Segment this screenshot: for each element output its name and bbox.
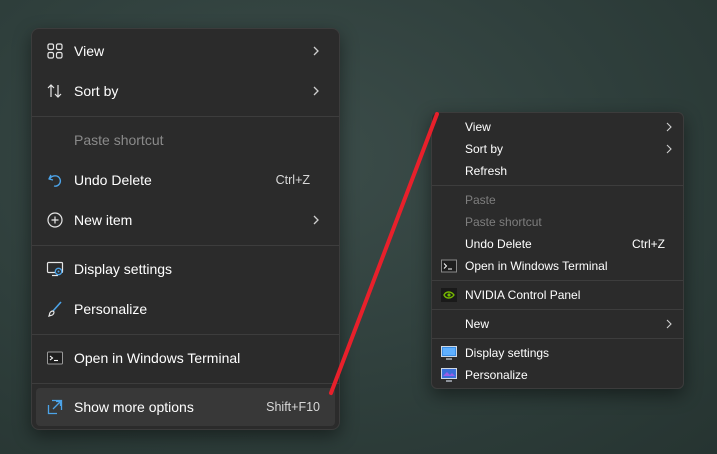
menu-separator (432, 309, 683, 310)
menu-item-label: NVIDIA Control Panel (465, 288, 581, 302)
menu-item-new-item[interactable]: New item (36, 201, 335, 239)
chevron-right-icon (313, 86, 319, 96)
classic-item-sort-by[interactable]: Sort by (432, 138, 683, 160)
classic-item-view[interactable]: View (432, 116, 683, 138)
menu-item-label: View (74, 43, 105, 59)
display-settings-icon (46, 261, 64, 277)
keyboard-shortcut: Ctrl+Z (632, 237, 665, 251)
menu-separator (32, 334, 339, 335)
nvidia-logo-icon (441, 288, 457, 302)
menu-item-label: Open in Windows Terminal (465, 259, 608, 273)
keyboard-shortcut: Ctrl+Z (275, 173, 310, 187)
menu-separator (32, 116, 339, 117)
menu-item-label: New item (74, 212, 133, 228)
classic-item-refresh[interactable]: Refresh (432, 160, 683, 182)
menu-item-show-more-options[interactable]: Show more options Shift+F10 (36, 388, 335, 426)
menu-item-label: Paste shortcut (465, 215, 542, 229)
menu-item-label: Display settings (74, 261, 173, 277)
personalize-icon (441, 368, 457, 382)
classic-item-personalize[interactable]: Personalize (432, 364, 683, 386)
keyboard-shortcut: Shift+F10 (266, 400, 320, 414)
view-grid-icon (47, 43, 63, 59)
display-monitor-icon (441, 346, 457, 360)
menu-item-open-terminal[interactable]: Open in Windows Terminal (36, 339, 335, 377)
chevron-right-icon (666, 122, 672, 132)
menu-item-label: Undo Delete (74, 172, 152, 188)
expand-icon (47, 399, 63, 415)
menu-item-label: New (465, 317, 490, 331)
menu-item-sort-by[interactable]: Sort by (36, 72, 335, 110)
menu-item-paste-shortcut: Paste shortcut (36, 121, 335, 159)
menu-item-label: Show more options (74, 399, 194, 415)
menu-item-display-settings[interactable]: Display settings (36, 250, 335, 288)
classic-item-paste: Paste (432, 189, 683, 211)
menu-item-label: Paste shortcut (74, 132, 164, 148)
terminal-icon (47, 351, 63, 365)
menu-item-label: Refresh (465, 164, 508, 178)
windows11-context-menu: View Sort by Paste shortcut Undo Delete … (31, 28, 340, 430)
sort-arrows-icon (47, 84, 62, 98)
chevron-right-icon (313, 46, 319, 56)
chevron-right-icon (666, 319, 672, 329)
menu-item-personalize[interactable]: Personalize (36, 290, 335, 328)
menu-item-label: Open in Windows Terminal (74, 350, 241, 366)
menu-separator (32, 245, 339, 246)
menu-separator (432, 280, 683, 281)
menu-item-label: Sort by (74, 83, 119, 99)
chevron-right-icon (666, 144, 672, 154)
classic-item-new[interactable]: New (432, 313, 683, 335)
menu-separator (432, 185, 683, 186)
menu-item-label: Personalize (74, 301, 148, 317)
add-circle-icon (47, 212, 63, 228)
menu-item-label: Personalize (465, 368, 528, 382)
menu-separator (32, 383, 339, 384)
menu-item-label: Undo Delete (465, 237, 532, 251)
menu-item-label: Sort by (465, 142, 504, 156)
menu-item-label: Display settings (465, 346, 550, 360)
brush-icon (48, 301, 62, 317)
classic-item-paste-shortcut: Paste shortcut (432, 211, 683, 233)
classic-item-undo-delete[interactable]: Undo Delete Ctrl+Z (432, 233, 683, 255)
classic-context-menu: View Sort by Refresh Paste Paste shortcu… (431, 112, 684, 389)
menu-item-label: Paste (465, 193, 496, 207)
classic-item-open-terminal[interactable]: Open in Windows Terminal (432, 255, 683, 277)
menu-item-label: View (465, 120, 491, 134)
terminal-icon (441, 259, 457, 273)
menu-item-view[interactable]: View (36, 32, 335, 70)
menu-separator (432, 338, 683, 339)
classic-item-display-settings[interactable]: Display settings (432, 342, 683, 364)
classic-item-nvidia-control-panel[interactable]: NVIDIA Control Panel (432, 284, 683, 306)
menu-item-undo-delete[interactable]: Undo Delete Ctrl+Z (36, 161, 335, 199)
chevron-right-icon (313, 215, 319, 225)
undo-icon (48, 174, 62, 187)
